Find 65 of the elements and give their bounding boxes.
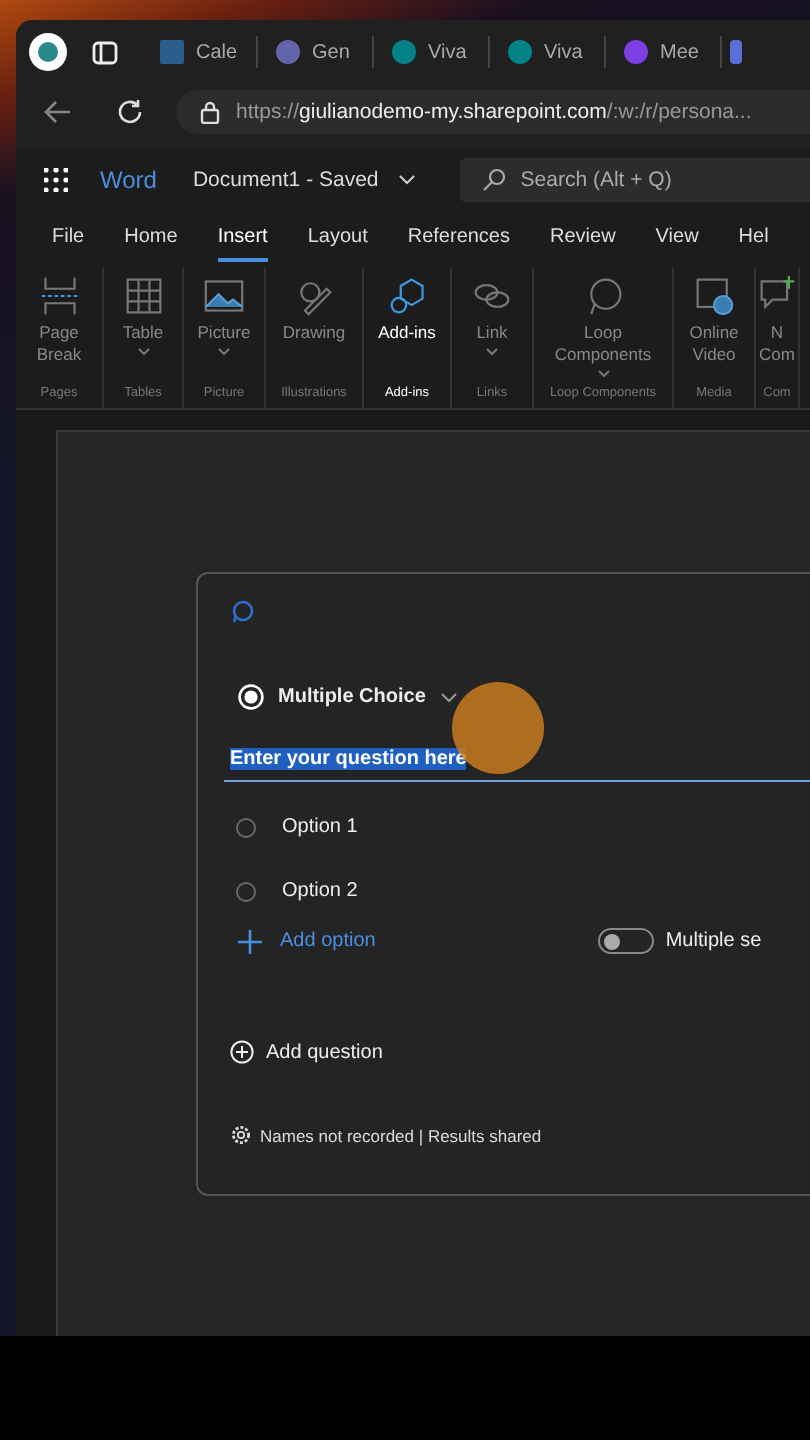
ribbon-tab[interactable]: File [52,218,85,262]
add-option-button[interactable]: Add option [238,929,376,953]
ribbon-tab[interactable]: Insert [217,218,268,262]
browser-tab[interactable]: Gen [258,36,374,68]
app-name[interactable]: Word [100,166,157,194]
speech-bubble-icon [230,600,254,624]
question-text: Enter your question here [230,748,467,770]
tab-title: Mee [660,41,699,63]
chevron-down-icon [218,348,230,356]
search-icon [482,168,507,192]
tab-app-icon [276,40,300,64]
add-question-button[interactable]: Add question [230,1040,383,1064]
refresh-icon[interactable] [116,98,144,126]
radio-button[interactable] [236,881,256,901]
page-break-icon [39,276,79,316]
ribbon-tab[interactable]: View [655,218,699,262]
table-icon [123,276,163,316]
hexagon-icon [387,276,427,316]
tab-app-icon [392,40,416,64]
browser-tab[interactable]: Mee [606,36,722,68]
app-launcher-icon[interactable] [44,168,68,192]
back-icon[interactable] [44,100,72,124]
option-text[interactable]: Option 2 [282,880,358,902]
tab-app-icon [624,40,648,64]
tab-app-icon [160,40,184,64]
plus-icon [238,929,262,953]
question-type-dropdown[interactable]: Multiple Choice [278,686,426,708]
toggle-switch[interactable] [597,928,654,954]
lock-icon [200,100,220,124]
browser-tab[interactable]: Viva [374,36,490,68]
chevron-down-icon [486,348,498,356]
ribbon-tab[interactable]: Hel [738,218,769,262]
search-field[interactable]: Search (Alt + Q) [460,158,810,202]
settings-icon[interactable] [230,1124,252,1146]
picture-icon [204,276,244,316]
radio-button[interactable] [236,817,256,837]
ribbon-tab[interactable]: References [407,218,510,262]
plus-circle-icon [230,1040,254,1064]
chevron-down-icon[interactable] [439,691,458,703]
settings-summary[interactable]: Names not recorded | Results shared [260,1125,542,1145]
ribbon-tab[interactable]: Review [550,218,616,262]
chevron-down-icon [597,370,609,378]
address-bar[interactable]: https://giulianodemo-my.sharepoint.com/:w:/r/persona... [176,90,810,134]
browser-tab[interactable]: Cale [142,36,258,68]
tab-title: Viva [428,41,467,63]
browser-profile-icon[interactable] [28,32,68,72]
ribbon-tab[interactable]: Home [124,218,178,262]
document-title[interactable]: Document1 - Saved [192,168,379,192]
option-text[interactable]: Option 1 [282,816,358,838]
chevron-down-icon[interactable] [398,174,417,186]
ribbon-tab[interactable]: Layout [307,218,368,262]
tab-app-icon[interactable] [730,40,742,64]
pencil-shape-icon [294,276,334,316]
tab-title: Cale [196,41,238,63]
browser-tab[interactable]: Viva [490,36,606,68]
toggle-label: Multiple se [665,930,762,952]
ribbon-button[interactable]: Add-ins [364,272,450,386]
video-globe-icon [694,276,734,316]
tab-actions-icon[interactable] [92,39,118,65]
radio-filled-icon [238,684,264,710]
tab-title: Viva [544,41,583,63]
url-text: https://giulianodemo-my.sharepoint.com/:w:/r/persona... [236,100,752,124]
tab-title: Gen [312,41,350,63]
chevron-down-icon [137,348,149,356]
tab-app-icon [508,40,532,64]
